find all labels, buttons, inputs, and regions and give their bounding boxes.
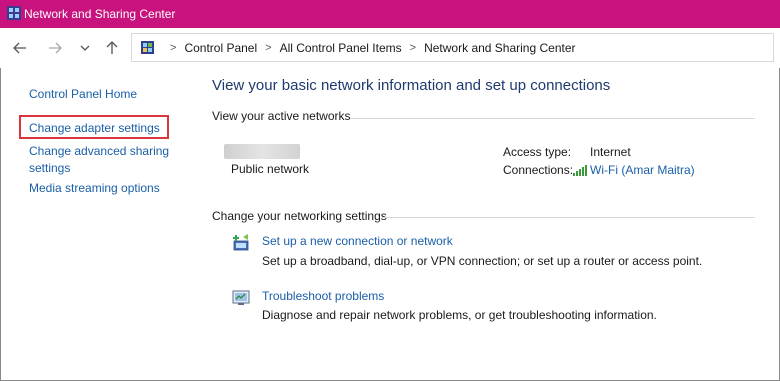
up-arrow-icon xyxy=(106,41,118,54)
title-bar: Network and Sharing Center xyxy=(0,0,780,28)
breadcrumb-separator[interactable]: > xyxy=(410,42,416,54)
troubleshoot-icon xyxy=(232,290,250,305)
breadcrumb-separator: > xyxy=(170,42,177,54)
connections-label: Connections: xyxy=(503,163,574,177)
breadcrumb-control-panel[interactable]: Control Panel xyxy=(184,41,257,55)
section-divider xyxy=(350,118,755,119)
section-divider xyxy=(382,217,755,218)
breadcrumb-network-center[interactable]: Network and Sharing Center xyxy=(424,41,575,55)
address-bar[interactable]: > Control Panel > All Control Panel Item… xyxy=(131,33,774,62)
recent-locations-button[interactable] xyxy=(75,38,95,58)
change-advanced-sharing-link[interactable]: Change advanced sharing settings xyxy=(29,143,179,177)
troubleshoot-description: Diagnose and repair network problems, or… xyxy=(262,308,657,322)
breadcrumb: > Control Panel > All Control Panel Item… xyxy=(162,41,576,55)
setup-connection-link[interactable]: Set up a new connection or network xyxy=(262,234,453,248)
network-name-redacted xyxy=(224,144,300,159)
navigation-bar: > Control Panel > All Control Panel Item… xyxy=(0,28,780,68)
page-title: View your basic network information and … xyxy=(212,77,611,94)
chevron-down-icon xyxy=(80,45,90,51)
left-pane: Control Panel Home Change adapter settin… xyxy=(0,68,196,380)
media-streaming-link[interactable]: Media streaming options xyxy=(29,180,160,197)
forward-button[interactable] xyxy=(45,38,65,58)
wifi-signal-icon xyxy=(573,165,587,176)
new-connection-icon xyxy=(233,234,249,251)
back-button[interactable] xyxy=(10,38,30,58)
breadcrumb-all-items[interactable]: All Control Panel Items xyxy=(280,41,402,55)
back-arrow-icon xyxy=(13,42,26,54)
troubleshoot-link[interactable]: Troubleshoot problems xyxy=(262,289,384,303)
forward-arrow-icon xyxy=(49,42,62,54)
active-networks-heading: View your active networks xyxy=(212,109,351,123)
wifi-connection-link[interactable]: Wi-Fi (Amar Maitra) xyxy=(590,163,695,177)
window-title: Network and Sharing Center xyxy=(24,7,176,21)
networking-settings-heading: Change your networking settings xyxy=(212,209,387,223)
breadcrumb-separator[interactable]: > xyxy=(265,42,271,54)
up-button[interactable] xyxy=(102,38,122,58)
control-panel-icon xyxy=(141,41,154,54)
setup-connection-description: Set up a broadband, dial-up, or VPN conn… xyxy=(262,254,703,268)
main-content: View your basic network information and … xyxy=(196,68,780,380)
access-type-value: Internet xyxy=(590,145,631,159)
control-panel-home-link[interactable]: Control Panel Home xyxy=(29,86,137,103)
network-center-icon xyxy=(7,6,21,20)
change-adapter-settings-link[interactable]: Change adapter settings xyxy=(29,120,160,137)
access-type-label: Access type: xyxy=(503,145,572,159)
network-type-link[interactable]: Public network xyxy=(231,162,309,176)
